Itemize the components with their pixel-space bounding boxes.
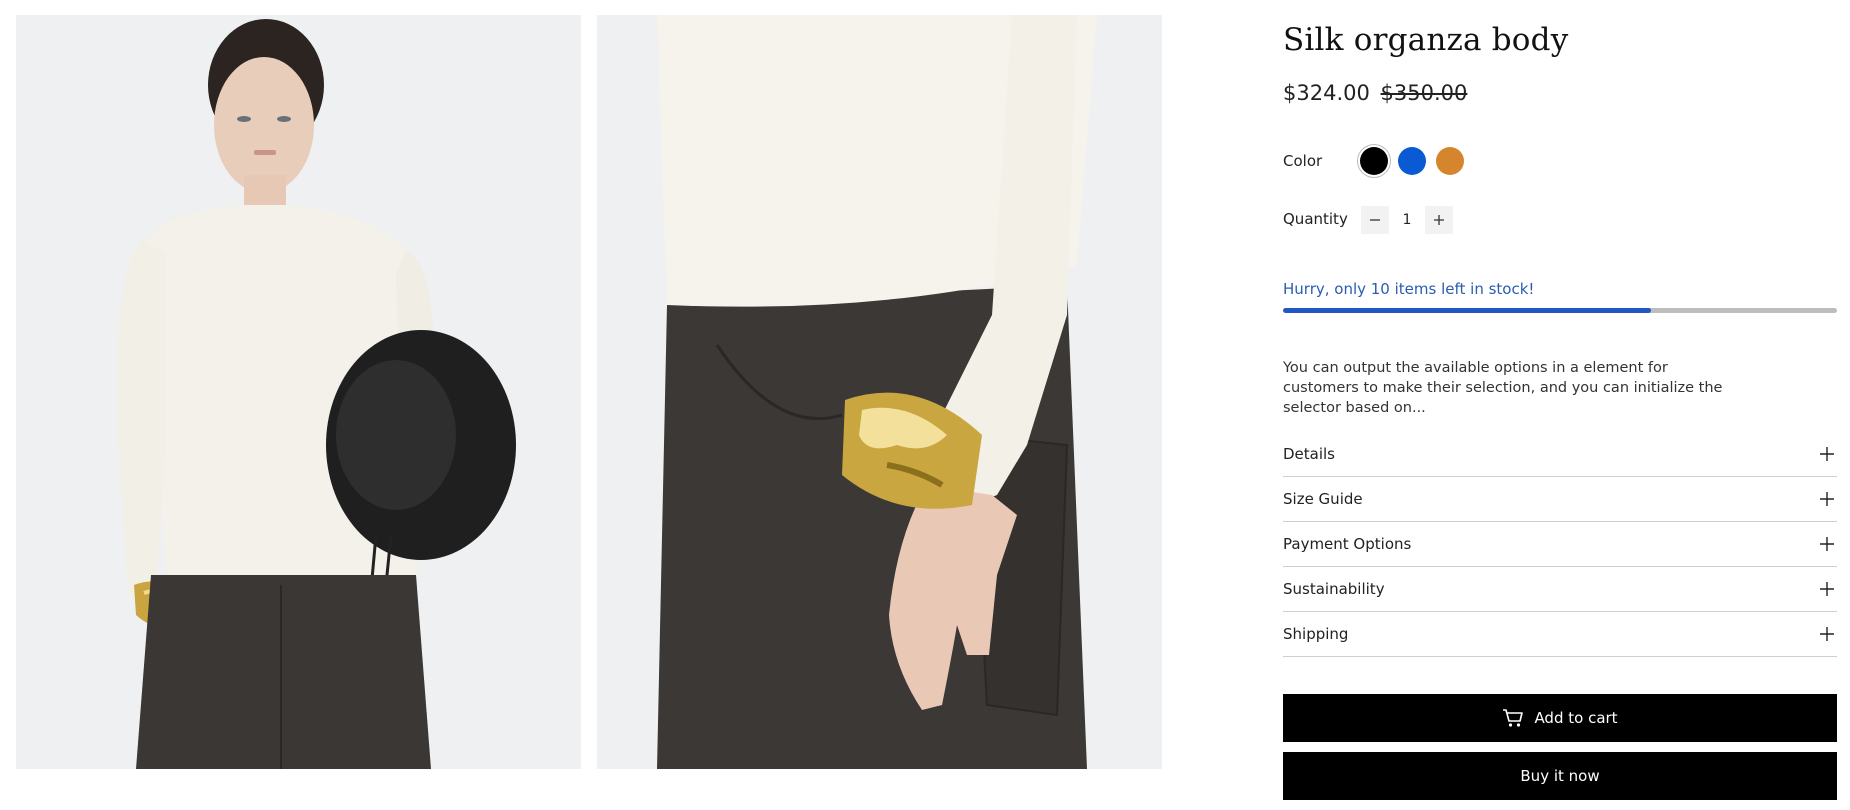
plus-icon (1820, 582, 1834, 596)
product-image-detail[interactable] (597, 15, 1162, 769)
buy-now-button[interactable]: Buy it now (1283, 752, 1837, 800)
accordion-label: Size Guide (1283, 490, 1363, 508)
product-accordion: Details Size Guide Payment Options Susta… (1283, 432, 1837, 657)
price-block: $324.00 $350.00 (1283, 81, 1467, 105)
product-title: Silk organza body (1283, 22, 1569, 58)
buy-now-label: Buy it now (1520, 767, 1600, 785)
color-swatch-orange[interactable] (1436, 147, 1464, 175)
accordion-label: Details (1283, 445, 1336, 463)
plus-icon (1820, 492, 1834, 506)
product-info-panel: Silk organza body $324.00 $350.00 Color … (1283, 0, 1837, 810)
accordion-sustainability[interactable]: Sustainability (1283, 567, 1837, 612)
compare-price: $350.00 (1380, 81, 1468, 105)
accordion-label: Payment Options (1283, 535, 1412, 553)
plus-icon (1820, 627, 1834, 641)
accordion-payment-options[interactable]: Payment Options (1283, 522, 1837, 567)
product-image-front[interactable] (16, 15, 581, 769)
cart-icon (1503, 709, 1524, 727)
color-swatch-black[interactable] (1360, 147, 1388, 175)
product-gallery (16, 15, 1164, 769)
quantity-value[interactable]: 1 (1399, 212, 1415, 228)
sale-price: $324.00 (1283, 81, 1370, 105)
accordion-size-guide[interactable]: Size Guide (1283, 477, 1837, 522)
accordion-shipping[interactable]: Shipping (1283, 612, 1837, 657)
quantity-label: Quantity (1283, 210, 1348, 228)
color-label: Color (1283, 152, 1323, 170)
stock-message: Hurry, only 10 items left in stock! (1283, 280, 1535, 298)
color-swatches (1360, 147, 1464, 175)
add-to-cart-button[interactable]: Add to cart (1283, 694, 1837, 742)
quantity-stepper: 1 (1361, 206, 1453, 234)
quantity-decrement-button[interactable] (1361, 206, 1389, 234)
product-description: You can output the available options in … (1283, 360, 1723, 416)
accordion-details[interactable]: Details (1283, 432, 1837, 477)
stock-progress-fill (1283, 308, 1652, 313)
add-to-cart-label: Add to cart (1534, 709, 1618, 727)
plus-icon (1434, 215, 1444, 225)
plus-icon (1820, 537, 1834, 551)
minus-icon (1370, 219, 1380, 221)
quantity-increment-button[interactable] (1425, 206, 1453, 234)
plus-icon (1820, 447, 1834, 461)
accordion-label: Shipping (1283, 625, 1349, 643)
color-swatch-blue[interactable] (1398, 147, 1426, 175)
stock-progress-bar (1283, 308, 1837, 313)
accordion-label: Sustainability (1283, 580, 1385, 598)
